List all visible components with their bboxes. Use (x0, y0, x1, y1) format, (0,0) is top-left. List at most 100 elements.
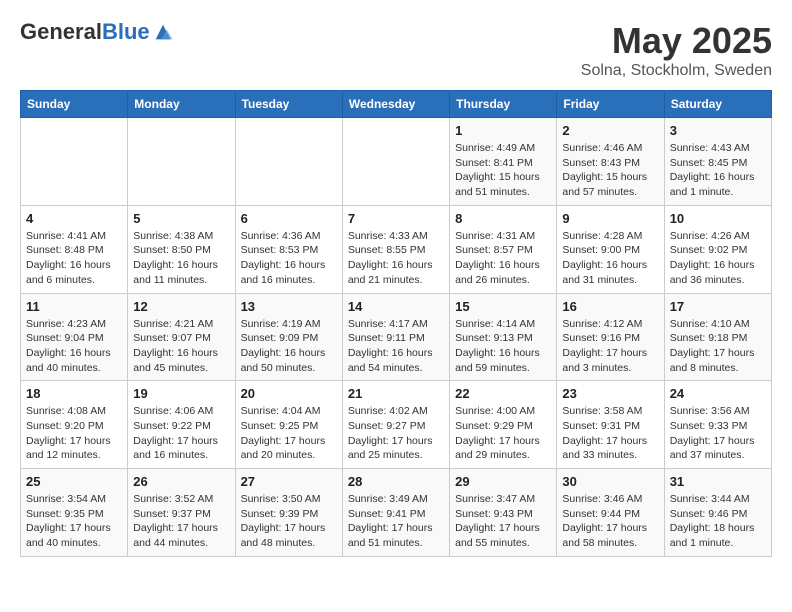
calendar-cell: 28 Sunrise: 3:49 AMSunset: 9:41 PMDayligh… (342, 469, 449, 557)
weekday-header-tuesday: Tuesday (235, 91, 342, 118)
cell-info-text: Sunrise: 4:10 AMSunset: 9:18 PMDaylight:… (670, 317, 766, 376)
cell-date-number: 13 (241, 299, 337, 314)
cell-date-number: 24 (670, 386, 766, 401)
calendar-cell: 29 Sunrise: 3:47 AMSunset: 9:43 PMDayligh… (450, 469, 557, 557)
page-header: GeneralBlue May 2025 Solna, Stockholm, S… (20, 20, 772, 80)
cell-info-text: Sunrise: 3:54 AMSunset: 9:35 PMDaylight:… (26, 492, 122, 551)
page-title: May 2025 (581, 20, 772, 62)
cell-date-number: 29 (455, 474, 551, 489)
cell-info-text: Sunrise: 4:33 AMSunset: 8:55 PMDaylight:… (348, 229, 444, 288)
title-block: May 2025 Solna, Stockholm, Sweden (581, 20, 772, 80)
calendar-cell: 7Sunrise: 4:33 AMSunset: 8:55 PMDaylight… (342, 205, 449, 293)
cell-date-number: 2 (562, 123, 658, 138)
cell-date-number: 14 (348, 299, 444, 314)
weekday-header-saturday: Saturday (664, 91, 771, 118)
calendar-cell (128, 118, 235, 206)
calendar-cell: 13 Sunrise: 4:19 AMSunset: 9:09 PMDayligh… (235, 293, 342, 381)
cell-info-text: Sunrise: 4:31 AMSunset: 8:57 PMDaylight:… (455, 229, 551, 288)
calendar-cell: 9Sunrise: 4:28 AMSunset: 9:00 PMDaylight… (557, 205, 664, 293)
calendar-table: SundayMondayTuesdayWednesdayThursdayFrid… (20, 90, 772, 557)
cell-date-number: 27 (241, 474, 337, 489)
cell-info-text: Sunrise: 4:49 AMSunset: 8:41 PMDaylight:… (455, 141, 551, 200)
logo-blue-text: Blue (102, 19, 150, 44)
calendar-cell: 22 Sunrise: 4:00 AMSunset: 9:29 PMDayligh… (450, 381, 557, 469)
cell-date-number: 28 (348, 474, 444, 489)
cell-info-text: Sunrise: 4:17 AMSunset: 9:11 PMDaylight:… (348, 317, 444, 376)
calendar-cell: 31Sunrise: 3:44 AMSunset: 9:46 PMDayligh… (664, 469, 771, 557)
cell-date-number: 5 (133, 211, 229, 226)
cell-info-text: Sunrise: 4:23 AMSunset: 9:04 PMDaylight:… (26, 317, 122, 376)
cell-date-number: 3 (670, 123, 766, 138)
cell-info-text: Sunrise: 4:02 AMSunset: 9:27 PMDaylight:… (348, 404, 444, 463)
calendar-cell (235, 118, 342, 206)
cell-date-number: 31 (670, 474, 766, 489)
calendar-cell: 10Sunrise: 4:26 AMSunset: 9:02 PMDayligh… (664, 205, 771, 293)
weekday-header-monday: Monday (128, 91, 235, 118)
cell-info-text: Sunrise: 4:08 AMSunset: 9:20 PMDaylight:… (26, 404, 122, 463)
calendar-cell: 5 Sunrise: 4:38 AMSunset: 8:50 PMDaylight… (128, 205, 235, 293)
cell-info-text: Sunrise: 3:56 AMSunset: 9:33 PMDaylight:… (670, 404, 766, 463)
calendar-cell: 11 Sunrise: 4:23 AMSunset: 9:04 PMDayligh… (21, 293, 128, 381)
cell-date-number: 11 (26, 299, 122, 314)
cell-info-text: Sunrise: 3:50 AMSunset: 9:39 PMDaylight:… (241, 492, 337, 551)
cell-info-text: Sunrise: 4:43 AMSunset: 8:45 PMDaylight:… (670, 141, 766, 200)
cell-info-text: Sunrise: 4:04 AMSunset: 9:25 PMDaylight:… (241, 404, 337, 463)
calendar-week-row: 18Sunrise: 4:08 AMSunset: 9:20 PMDayligh… (21, 381, 772, 469)
cell-date-number: 6 (241, 211, 337, 226)
cell-date-number: 1 (455, 123, 551, 138)
calendar-cell: 26 Sunrise: 3:52 AMSunset: 9:37 PMDayligh… (128, 469, 235, 557)
weekday-header-thursday: Thursday (450, 91, 557, 118)
cell-date-number: 22 (455, 386, 551, 401)
cell-date-number: 23 (562, 386, 658, 401)
weekday-header-wednesday: Wednesday (342, 91, 449, 118)
calendar-cell: 12Sunrise: 4:21 AMSunset: 9:07 PMDayligh… (128, 293, 235, 381)
calendar-cell: 20 Sunrise: 4:04 AMSunset: 9:25 PMDayligh… (235, 381, 342, 469)
cell-info-text: Sunrise: 4:41 AMSunset: 8:48 PMDaylight:… (26, 229, 122, 288)
cell-date-number: 21 (348, 386, 444, 401)
cell-info-text: Sunrise: 4:00 AMSunset: 9:29 PMDaylight:… (455, 404, 551, 463)
weekday-header-row: SundayMondayTuesdayWednesdayThursdayFrid… (21, 91, 772, 118)
cell-date-number: 26 (133, 474, 229, 489)
calendar-cell: 25Sunrise: 3:54 AMSunset: 9:35 PMDayligh… (21, 469, 128, 557)
calendar-cell: 14 Sunrise: 4:17 AMSunset: 9:11 PMDayligh… (342, 293, 449, 381)
calendar-week-row: 4Sunrise: 4:41 AMSunset: 8:48 PMDaylight… (21, 205, 772, 293)
cell-info-text: Sunrise: 4:46 AMSunset: 8:43 PMDaylight:… (562, 141, 658, 200)
cell-info-text: Sunrise: 4:28 AMSunset: 9:00 PMDaylight:… (562, 229, 658, 288)
logo-icon (152, 21, 174, 43)
cell-info-text: Sunrise: 3:52 AMSunset: 9:37 PMDaylight:… (133, 492, 229, 551)
calendar-cell: 24 Sunrise: 3:56 AMSunset: 9:33 PMDayligh… (664, 381, 771, 469)
cell-info-text: Sunrise: 4:38 AMSunset: 8:50 PMDaylight:… (133, 229, 229, 288)
calendar-cell: 27 Sunrise: 3:50 AMSunset: 9:39 PMDayligh… (235, 469, 342, 557)
calendar-cell: 4Sunrise: 4:41 AMSunset: 8:48 PMDaylight… (21, 205, 128, 293)
cell-date-number: 20 (241, 386, 337, 401)
cell-info-text: Sunrise: 4:36 AMSunset: 8:53 PMDaylight:… (241, 229, 337, 288)
cell-info-text: Sunrise: 4:14 AMSunset: 9:13 PMDaylight:… (455, 317, 551, 376)
calendar-cell: 17 Sunrise: 4:10 AMSunset: 9:18 PMDayligh… (664, 293, 771, 381)
calendar-week-row: 25Sunrise: 3:54 AMSunset: 9:35 PMDayligh… (21, 469, 772, 557)
page-subtitle: Solna, Stockholm, Sweden (581, 62, 772, 80)
weekday-header-friday: Friday (557, 91, 664, 118)
cell-info-text: Sunrise: 3:47 AMSunset: 9:43 PMDaylight:… (455, 492, 551, 551)
calendar-cell: 18Sunrise: 4:08 AMSunset: 9:20 PMDayligh… (21, 381, 128, 469)
calendar-cell: 19Sunrise: 4:06 AMSunset: 9:22 PMDayligh… (128, 381, 235, 469)
cell-info-text: Sunrise: 3:58 AMSunset: 9:31 PMDaylight:… (562, 404, 658, 463)
calendar-cell: 3 Sunrise: 4:43 AMSunset: 8:45 PMDaylight… (664, 118, 771, 206)
calendar-cell: 1 Sunrise: 4:49 AMSunset: 8:41 PMDaylight… (450, 118, 557, 206)
calendar-cell: 23 Sunrise: 3:58 AMSunset: 9:31 PMDayligh… (557, 381, 664, 469)
calendar-cell: 2 Sunrise: 4:46 AMSunset: 8:43 PMDaylight… (557, 118, 664, 206)
calendar-cell: 8 Sunrise: 4:31 AMSunset: 8:57 PMDaylight… (450, 205, 557, 293)
cell-date-number: 30 (562, 474, 658, 489)
calendar-cell: 16Sunrise: 4:12 AMSunset: 9:16 PMDayligh… (557, 293, 664, 381)
cell-date-number: 8 (455, 211, 551, 226)
cell-info-text: Sunrise: 4:12 AMSunset: 9:16 PMDaylight:… (562, 317, 658, 376)
calendar-cell: 6 Sunrise: 4:36 AMSunset: 8:53 PMDaylight… (235, 205, 342, 293)
cell-info-text: Sunrise: 3:49 AMSunset: 9:41 PMDaylight:… (348, 492, 444, 551)
cell-date-number: 17 (670, 299, 766, 314)
cell-info-text: Sunrise: 4:19 AMSunset: 9:09 PMDaylight:… (241, 317, 337, 376)
cell-date-number: 15 (455, 299, 551, 314)
logo-general-text: General (20, 19, 102, 44)
calendar-cell (342, 118, 449, 206)
calendar-week-row: 11 Sunrise: 4:23 AMSunset: 9:04 PMDayligh… (21, 293, 772, 381)
cell-date-number: 12 (133, 299, 229, 314)
cell-info-text: Sunrise: 4:06 AMSunset: 9:22 PMDaylight:… (133, 404, 229, 463)
